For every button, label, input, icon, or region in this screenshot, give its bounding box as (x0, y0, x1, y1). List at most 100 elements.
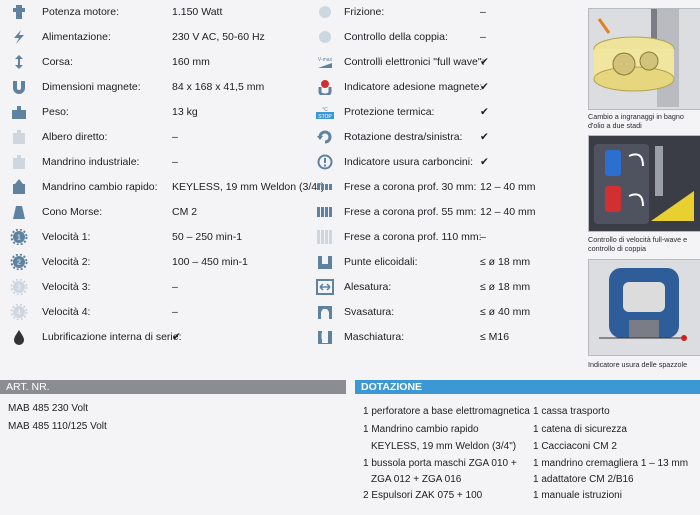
annular-cutter-55-icon (316, 204, 334, 220)
brush-wear-caption: Indicatore usura delle spazzole (588, 360, 688, 369)
spec-value: ✔ (480, 106, 489, 118)
spec-row: Indicatore usura carboncini: ✔ (316, 152, 489, 172)
spec-value: – (172, 156, 178, 168)
dotazione-item: KEYLESS, 19 mm Weldon (3/4") (371, 441, 517, 452)
annular-cutter-30-icon (316, 179, 334, 195)
spec-row: V-max Controlli elettronici "full wave": ✔ (316, 52, 489, 72)
spec-value: ≤ ø 18 mm (480, 256, 531, 268)
spec-label: Velocità 2: (42, 256, 91, 268)
motor-icon (10, 4, 28, 20)
spec-value: 160 mm (172, 56, 210, 68)
clutch-icon (316, 4, 334, 20)
spec-value: – (480, 6, 486, 18)
spec-row: Rotazione destra/sinistra: ✔ (316, 127, 489, 147)
spec-label: Velocità 4: (42, 306, 91, 318)
dotazione-item: 1 mandrino cremagliera 1 – 13 mm (533, 458, 689, 469)
spec-value: 50 – 250 min-1 (172, 231, 243, 243)
dotazione-item: 1 perforatore a base elettromagnetica (363, 406, 530, 417)
spec-row: 4 Velocità 4: – (10, 302, 178, 322)
twist-drill-icon (316, 254, 334, 270)
spec-row: Mandrino cambio rapido: KEYLESS, 19 mm We… (10, 177, 324, 197)
spec-value: 12 – 40 mm (480, 181, 536, 193)
magnet-icon (10, 79, 28, 95)
spec-label: Albero diretto: (42, 131, 108, 143)
spec-row: Dimensioni magnete: 84 x 168 x 41,5 mm (10, 77, 264, 97)
gearbox-caption: Cambio a ingranaggi in bagno d'olio a du… (588, 112, 684, 130)
spec-value: – (172, 281, 178, 293)
svg-text:3: 3 (17, 285, 21, 292)
magnet-adhesion-icon (316, 79, 334, 95)
spec-label: Frese a corona prof. 30 mm: (344, 181, 477, 193)
spec-label: Indicatore adesione magnete: (344, 81, 483, 93)
tapping-icon (316, 329, 334, 345)
svg-text:STOP: STOP (318, 114, 332, 120)
spec-label: Lubrificazione interna di serie: (42, 331, 182, 343)
spec-row: Maschiatura: ≤ M16 (316, 327, 509, 347)
spec-label: Alimentazione: (42, 31, 111, 43)
morse-taper-icon (10, 204, 28, 220)
spec-label: Controlli elettronici "full wave": (344, 56, 485, 68)
spec-label: Frese a corona prof. 110 mm: (344, 231, 482, 243)
spec-value: ✔ (480, 81, 489, 93)
dotazione-item: 1 cassa trasporto (533, 406, 610, 417)
spec-label: Frizione: (344, 6, 385, 18)
svg-text:°C: °C (322, 107, 328, 113)
spec-row: Lubrificazione interna di serie: ✔ (10, 327, 182, 347)
dotazione-item: 1 catena di sicurezza (533, 424, 627, 435)
gear-speed-3-icon: 3 (10, 279, 28, 295)
dotazione-item: 1 bussola porta maschi ZGA 010 + (363, 458, 517, 469)
spec-value: 100 – 450 min-1 (172, 256, 248, 268)
countersink-icon (316, 304, 334, 320)
gearbox-image (588, 8, 700, 110)
spec-row: Controllo della coppia: – (316, 27, 486, 47)
direct-shaft-icon (10, 129, 28, 145)
dotazione-item: 1 Cacciaconi CM 2 (533, 441, 617, 452)
spec-row: Mandrino industriale: – (10, 152, 178, 172)
art-nr-item: MAB 485 110/125 Volt (8, 421, 107, 432)
v-max-icon: V-max (316, 54, 334, 70)
svg-text:1: 1 (17, 235, 21, 242)
spec-label: Alesatura: (344, 281, 392, 293)
speed-control-caption: Controllo di velocità full-wave e contro… (588, 235, 688, 253)
svg-text:V-max: V-max (318, 57, 333, 63)
svg-text:2: 2 (17, 260, 21, 267)
dotazione-header: DOTAZIONE (355, 380, 700, 394)
industrial-chuck-icon (10, 154, 28, 170)
speed-control-image (588, 135, 700, 232)
spec-value: 84 x 168 x 41,5 mm (172, 81, 265, 93)
spec-value: ✔ (480, 131, 489, 143)
quick-change-chuck-icon (10, 179, 28, 195)
spec-row: Cono Morse: CM 2 (10, 202, 197, 222)
spec-value: 230 V AC, 50-60 Hz (172, 31, 265, 43)
spec-label: Peso: (42, 106, 69, 118)
spec-label: Rotazione destra/sinistra: (344, 131, 463, 143)
gear-speed-4-icon: 4 (10, 304, 28, 320)
dotazione-item: 1 manuale istruzioni (533, 490, 622, 501)
dotazione-item: 1 adattatore CM 2/B16 (533, 474, 634, 485)
svg-text:4: 4 (17, 310, 21, 317)
reaming-icon (316, 279, 334, 295)
spec-label: Punte elicoidali: (344, 256, 418, 268)
spec-row: Frese a corona prof. 110 mm: – (316, 227, 486, 247)
lightning-icon (10, 29, 28, 45)
spec-row: 2 Velocità 2: 100 – 450 min-1 (10, 252, 248, 272)
spec-label: Mandrino industriale: (42, 156, 140, 168)
spec-label: Velocità 3: (42, 281, 91, 293)
spec-value: CM 2 (172, 206, 198, 218)
spec-label: Svasatura: (344, 306, 395, 318)
spec-row: Frizione: – (316, 2, 486, 22)
spec-row: Frese a corona prof. 55 mm: 12 – 40 mm (316, 202, 535, 222)
spec-value: ✔ (480, 156, 489, 168)
spec-label: Frese a corona prof. 55 mm: (344, 206, 477, 218)
thermal-stop-icon: °C STOP (316, 104, 334, 120)
spec-label: Mandrino cambio rapido: (42, 181, 158, 193)
spec-value: 1.150 Watt (172, 6, 223, 18)
art-nr-item: MAB 485 230 Volt (8, 403, 89, 414)
spec-label: Controllo della coppia: (344, 31, 448, 43)
art-nr-header: ART. NR. (0, 380, 346, 394)
spec-row: Corsa: 160 mm (10, 52, 210, 72)
rotation-icon (316, 129, 334, 145)
spec-row: Potenza motore: 1.150 Watt (10, 2, 222, 22)
annular-cutter-110-icon (316, 229, 334, 245)
spec-value: – (172, 306, 178, 318)
